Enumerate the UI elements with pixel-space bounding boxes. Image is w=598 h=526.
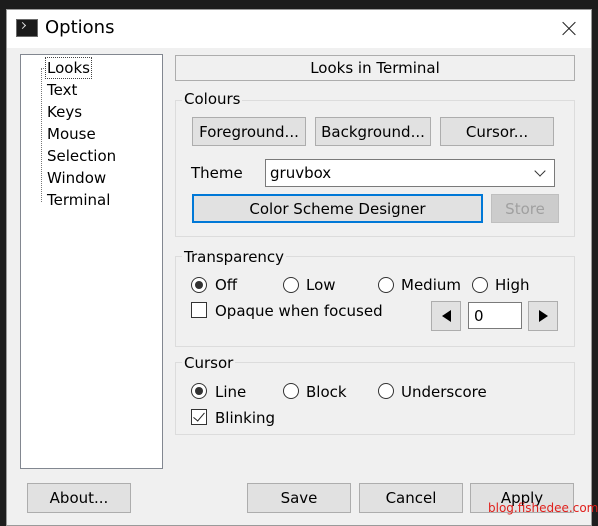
blinking-checkbox[interactable] — [191, 409, 207, 425]
tree-item-window[interactable]: Window — [46, 168, 107, 188]
transparency-value: 0 — [474, 307, 484, 325]
arrow-left-icon — [441, 310, 451, 322]
tree-item-text[interactable]: Text — [46, 80, 78, 100]
theme-value: gruvbox — [270, 164, 332, 182]
cursor-underscore-radio[interactable] — [378, 383, 394, 399]
blinking-label[interactable]: Blinking — [215, 408, 275, 428]
transparency-off-radio[interactable] — [191, 277, 207, 293]
transparency-group-label: Transparency — [182, 248, 287, 266]
tree-item-keys[interactable]: Keys — [46, 102, 83, 122]
transparency-low-radio[interactable] — [283, 277, 299, 293]
transparency-high-label[interactable]: High — [495, 275, 529, 295]
cancel-button[interactable]: Cancel — [359, 483, 463, 513]
tree-item-terminal[interactable]: Terminal — [46, 190, 111, 210]
cursor-block-label[interactable]: Block — [306, 382, 347, 402]
cursor-underscore-label[interactable]: Underscore — [401, 382, 487, 402]
tree-item-mouse[interactable]: Mouse — [46, 124, 97, 144]
chevron-down-icon — [534, 165, 546, 177]
background-strip — [0, 0, 598, 9]
transparency-value-input[interactable]: 0 — [468, 302, 522, 329]
opaque-when-focused-checkbox[interactable] — [191, 302, 207, 318]
tree-connector-line — [41, 68, 42, 202]
color-scheme-designer-button[interactable]: Color Scheme Designer — [192, 194, 483, 223]
transparency-increase-button[interactable] — [528, 301, 558, 331]
about-button[interactable]: About... — [27, 483, 131, 513]
cursor-group-label: Cursor — [182, 354, 236, 372]
foreground-button[interactable]: Foreground... — [192, 117, 306, 146]
cursor-block-radio[interactable] — [283, 383, 299, 399]
transparency-low-label[interactable]: Low — [306, 275, 336, 295]
close-icon[interactable] — [551, 14, 587, 44]
transparency-off-label[interactable]: Off — [215, 275, 237, 295]
tree-item-selection[interactable]: Selection — [46, 146, 117, 166]
cursor-line-radio[interactable] — [191, 383, 207, 399]
colours-group-label: Colours — [182, 90, 243, 108]
store-button[interactable]: Store — [491, 194, 559, 223]
arrow-right-icon — [538, 310, 548, 322]
watermark-text: blog.fishedee.com — [488, 501, 598, 515]
background-button[interactable]: Background... — [315, 117, 431, 146]
tree-item-looks[interactable]: Looks — [45, 57, 92, 79]
cursor-line-label[interactable]: Line — [215, 382, 246, 402]
transparency-decrease-button[interactable] — [431, 301, 461, 331]
save-button[interactable]: Save — [247, 483, 351, 513]
transparency-medium-radio[interactable] — [378, 277, 394, 293]
transparency-medium-label[interactable]: Medium — [401, 275, 461, 295]
theme-label: Theme — [191, 164, 243, 182]
transparency-high-radio[interactable] — [472, 277, 488, 293]
opaque-when-focused-label[interactable]: Opaque when focused — [215, 301, 383, 321]
title-bar: Options — [7, 10, 591, 48]
window-title: Options — [45, 17, 115, 38]
terminal-app-icon — [16, 19, 38, 37]
cursor-colour-button[interactable]: Cursor... — [440, 117, 554, 146]
options-dialog: Options Looks Text Keys Mouse Selection … — [6, 9, 592, 526]
category-tree: Looks Text Keys Mouse Selection Window T… — [20, 54, 163, 469]
theme-select[interactable]: gruvbox — [265, 159, 555, 187]
page-header: Looks in Terminal — [175, 55, 575, 81]
